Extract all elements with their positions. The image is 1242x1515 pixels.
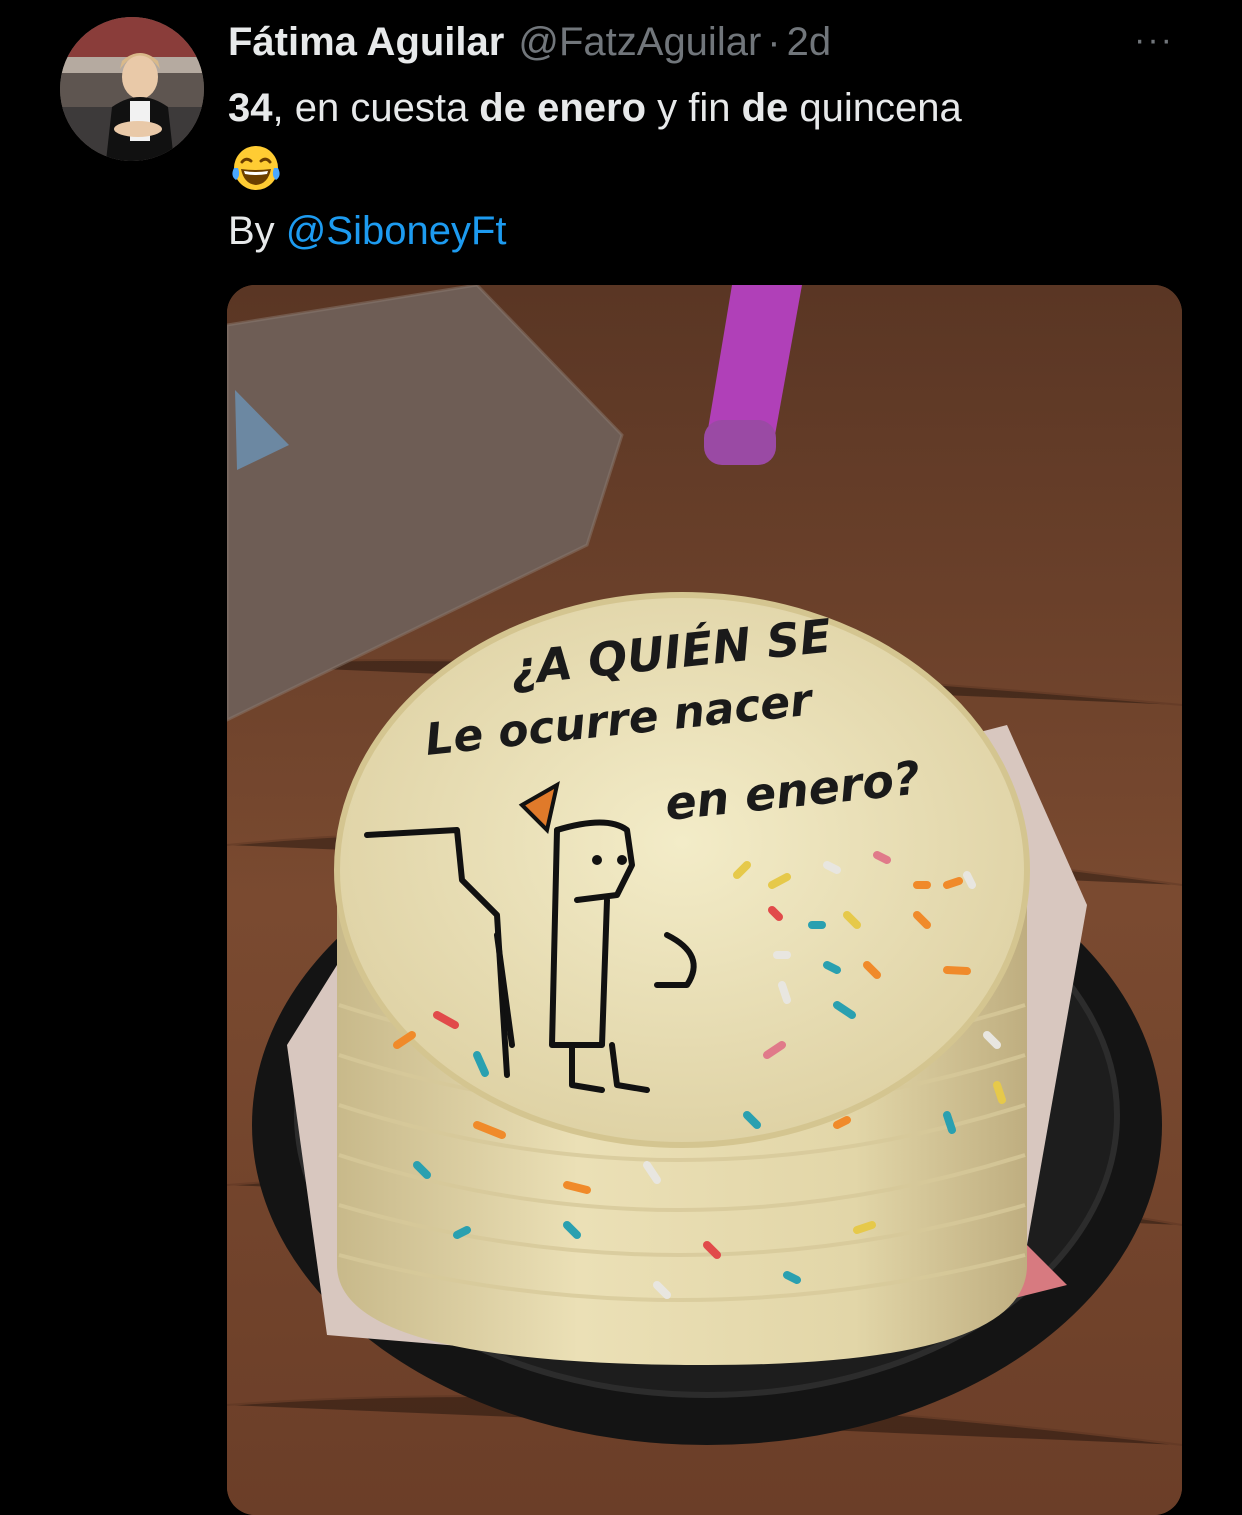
mention-link[interactable]: @SiboneyFt: [286, 209, 507, 253]
tweet-text-segment: , en cuesta: [272, 86, 480, 130]
byline: By @SiboneyFt: [228, 203, 507, 259]
tweet-media-image[interactable]: ¿A QUIÉN SE Le ocurre nacer en enero?: [227, 285, 1182, 1515]
tweet-header: Fátima Aguilar @FatzAguilar · 2d: [228, 14, 831, 70]
tweet-text-bold-de-enero: de enero: [479, 86, 647, 130]
avatar[interactable]: [60, 17, 204, 161]
more-options-icon[interactable]: ···: [1126, 18, 1182, 62]
laughing-tears-emoji-icon: [228, 140, 288, 196]
avatar-image: [60, 17, 204, 161]
tweet-text-segment: y fin: [646, 86, 742, 130]
tweet-text-bold-de: de: [741, 86, 789, 130]
timestamp[interactable]: 2d: [787, 14, 832, 70]
author-handle[interactable]: @FatzAguilar: [518, 14, 761, 70]
author-display-name[interactable]: Fátima Aguilar: [228, 14, 504, 70]
tweet-text-bold-34: 34: [228, 86, 273, 130]
cake-photo: ¿A QUIÉN SE Le ocurre nacer en enero?: [227, 285, 1182, 1515]
byline-prefix: By: [228, 209, 286, 253]
tweet-text-segment: quincena: [788, 86, 962, 130]
tweet-text: 34, en cuesta de enero y fin de quincena: [228, 80, 1208, 136]
separator-dot: ·: [767, 20, 781, 64]
